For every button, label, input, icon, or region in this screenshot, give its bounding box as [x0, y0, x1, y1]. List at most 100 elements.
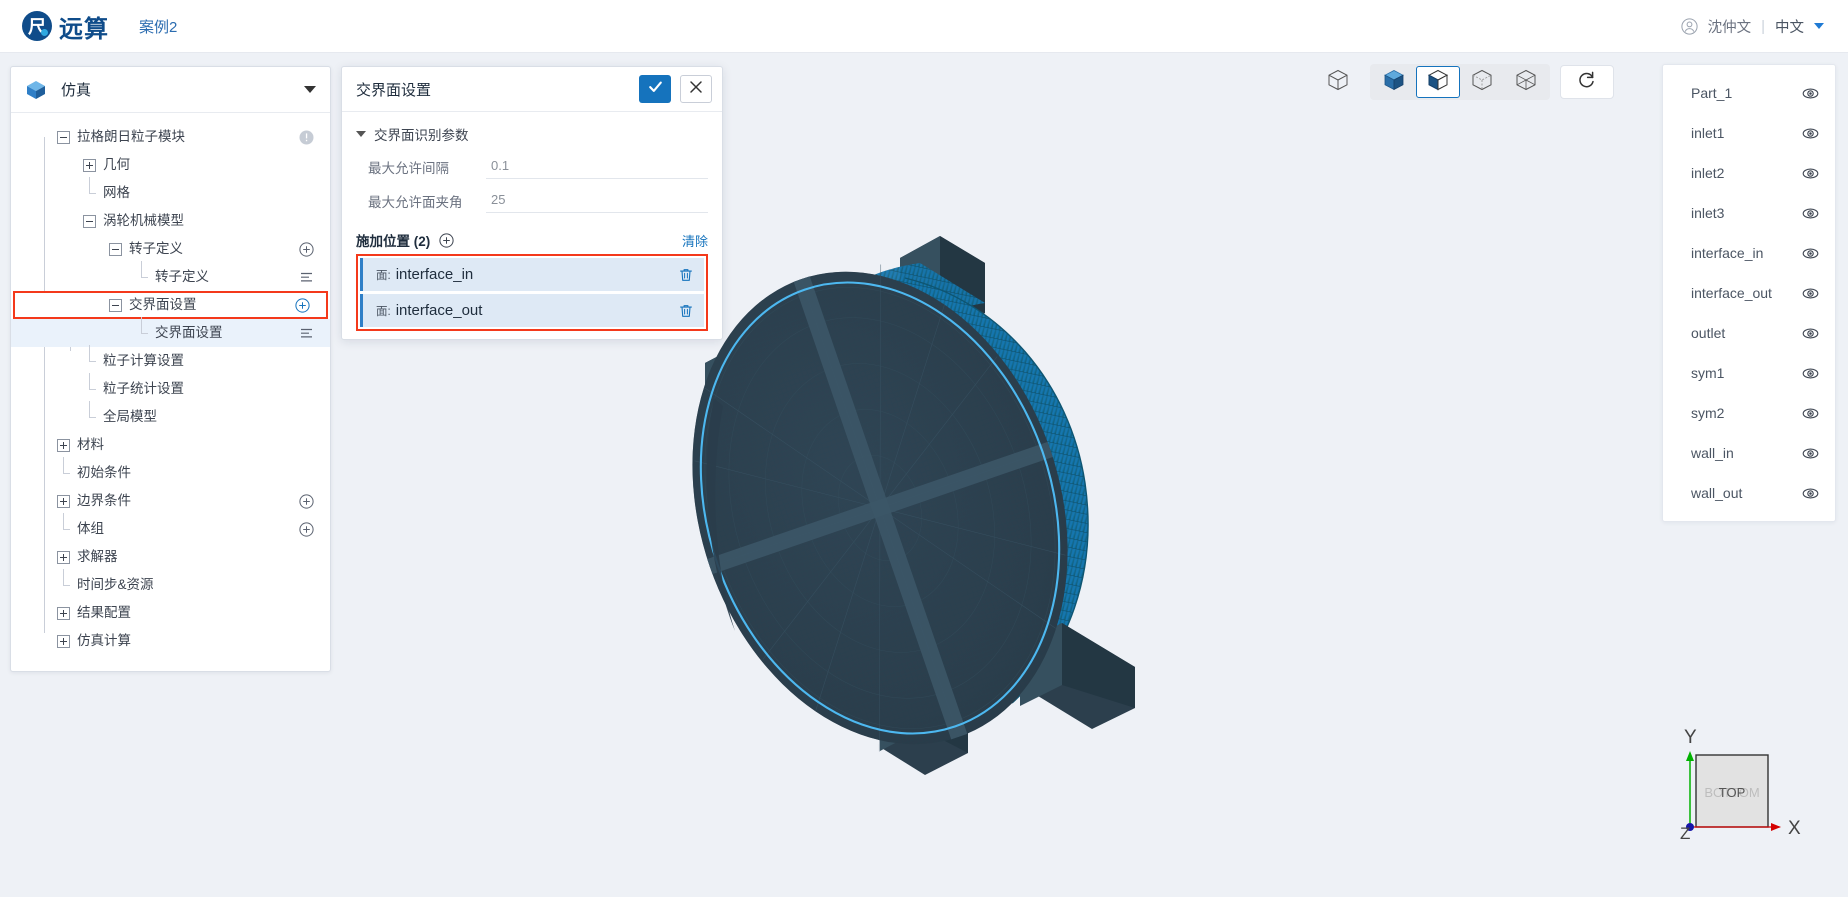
tree-node-material[interactable]: 材料: [11, 431, 330, 459]
tree-node-interface-settings[interactable]: 交界面设置: [13, 291, 328, 319]
expand-toggle-icon[interactable]: [57, 606, 70, 620]
tree-node-timestep-resources[interactable]: 时间步&资源: [11, 568, 330, 599]
chevron-down-icon[interactable]: [356, 131, 366, 137]
shaded-solid-view-button[interactable]: [1372, 66, 1416, 98]
tree-node-boundary-conditions[interactable]: 边界条件: [11, 487, 330, 515]
reset-view-button[interactable]: [1560, 65, 1614, 99]
add-icon[interactable]: [299, 241, 314, 257]
wireframe-view-button[interactable]: [1316, 65, 1360, 99]
clear-button[interactable]: 清除: [682, 231, 708, 250]
eye-icon[interactable]: [1802, 365, 1819, 382]
add-icon[interactable]: [299, 493, 314, 509]
confirm-button[interactable]: [639, 75, 671, 103]
plus-circle-icon[interactable]: [439, 232, 454, 248]
tree-node-rotor-definition-item[interactable]: 转子定义: [11, 260, 330, 291]
tree-node-solver[interactable]: 求解器: [11, 543, 330, 571]
eye-icon[interactable]: [1802, 285, 1819, 302]
eye-icon[interactable]: [1802, 85, 1819, 102]
add-icon[interactable]: [299, 521, 314, 537]
list-item[interactable]: Part_1: [1663, 73, 1835, 113]
list-item[interactable]: wall_out: [1663, 473, 1835, 513]
expand-toggle-icon[interactable]: [83, 158, 96, 172]
chevron-down-icon[interactable]: [304, 86, 316, 93]
eye-icon[interactable]: [1802, 485, 1819, 502]
item-prefix: 面:: [376, 305, 391, 318]
tree-node-mesh[interactable]: 网格: [11, 176, 330, 207]
wireframe-edges-view-button[interactable]: [1504, 66, 1548, 98]
part-label: sym2: [1691, 405, 1725, 421]
expand-toggle-icon[interactable]: [57, 494, 70, 508]
tree-node-volume-group[interactable]: 体组: [11, 512, 330, 543]
eye-icon[interactable]: [1802, 205, 1819, 222]
tree-node-simulation-run[interactable]: 仿真计算: [11, 627, 330, 655]
tree-node-lagrangian-particle-module[interactable]: 拉格朗日粒子模块: [11, 123, 330, 151]
list-item[interactable]: inlet2: [1663, 153, 1835, 193]
eye-icon[interactable]: [1802, 165, 1819, 182]
list-icon[interactable]: [299, 326, 314, 341]
tree-node-particle-stat-settings[interactable]: 粒子统计设置: [11, 372, 330, 403]
collapse-toggle-icon[interactable]: [83, 214, 96, 228]
tree-node-result-config[interactable]: 结果配置: [11, 599, 330, 627]
dialog-title: 交界面设置: [356, 81, 432, 99]
tree-node-label: 拉格朗日粒子模块: [77, 129, 185, 145]
list-item[interactable]: 面: interface_out: [360, 294, 704, 327]
tree-panel-header[interactable]: 仿真: [11, 67, 330, 113]
tree-node-rotor-definition[interactable]: 转子定义: [11, 235, 330, 263]
collapse-toggle-icon[interactable]: [109, 242, 122, 256]
expand-toggle-icon[interactable]: [57, 550, 70, 564]
tree-node-turbomachinery-model[interactable]: 涡轮机械模型: [11, 207, 330, 235]
list-icon[interactable]: [299, 270, 314, 285]
list-item[interactable]: inlet3: [1663, 193, 1835, 233]
trash-icon[interactable]: [678, 267, 694, 283]
tree-node-initial-conditions[interactable]: 初始条件: [11, 456, 330, 487]
tree-node-label: 涡轮机械模型: [103, 213, 184, 229]
warning-icon[interactable]: [299, 130, 314, 145]
part-label: inlet3: [1691, 205, 1725, 221]
trash-icon[interactable]: [678, 303, 694, 319]
list-item[interactable]: outlet: [1663, 313, 1835, 353]
axis-label-x: X: [1788, 818, 1801, 839]
tree-node-particle-calc-settings[interactable]: 粒子计算设置: [11, 344, 330, 375]
simulation-tree-panel: 仿真 拉格朗日粒子模块 几何 网格 涡轮机械模型 转子定义 转子定义 交界面设置…: [10, 66, 331, 672]
collapse-toggle-icon[interactable]: [109, 298, 122, 312]
app-header: 尺 远算 案例2 沈仲文 | 中文: [0, 0, 1848, 53]
tree-panel-title: 仿真: [61, 82, 92, 99]
list-item[interactable]: inlet1: [1663, 113, 1835, 153]
dialog-header: 交界面设置: [342, 67, 722, 112]
case-name[interactable]: 案例2: [139, 16, 177, 37]
max-gap-input[interactable]: [486, 155, 708, 179]
tree-branch-icon: [57, 568, 70, 592]
list-item[interactable]: wall_in: [1663, 433, 1835, 473]
chevron-down-icon[interactable]: [1814, 23, 1824, 29]
tree-node-label: 材料: [77, 437, 104, 453]
hidden-line-view-button[interactable]: [1460, 66, 1504, 98]
collapse-toggle-icon[interactable]: [57, 130, 70, 144]
max-face-angle-input[interactable]: [486, 189, 708, 213]
list-item[interactable]: sym2: [1663, 393, 1835, 433]
eye-icon[interactable]: [1802, 125, 1819, 142]
expand-toggle-icon[interactable]: [57, 634, 70, 648]
cancel-button[interactable]: [680, 75, 712, 103]
list-item[interactable]: interface_in: [1663, 233, 1835, 273]
section-title: 交界面识别参数: [374, 128, 469, 143]
add-icon[interactable]: [295, 297, 310, 313]
interface-settings-dialog: 交界面设置 交界面识别参数 最大允许间隔 0.1 最大允许面夹角 25 施加位置…: [341, 66, 723, 340]
expand-toggle-icon[interactable]: [57, 438, 70, 452]
eye-icon[interactable]: [1802, 245, 1819, 262]
section-header-interface-params[interactable]: 交界面识别参数: [356, 124, 708, 144]
list-item[interactable]: sym1: [1663, 353, 1835, 393]
user-name[interactable]: 沈仲文: [1708, 16, 1752, 37]
tree-node-geometry[interactable]: 几何: [11, 151, 330, 179]
language-selector[interactable]: 中文: [1775, 16, 1804, 37]
eye-icon[interactable]: [1802, 445, 1819, 462]
tree-node-interface-settings-item[interactable]: 交界面设置: [11, 316, 330, 347]
eye-icon[interactable]: [1802, 325, 1819, 342]
tree-node-global-model[interactable]: 全局模型: [11, 400, 330, 431]
axis-triad[interactable]: BOTTOM TOP Y X Z: [1638, 721, 1818, 871]
brand-logo[interactable]: 尺 远算: [22, 9, 109, 44]
shaded-with-edges-view-button[interactable]: [1416, 66, 1460, 98]
list-item[interactable]: 面: interface_in: [360, 258, 704, 291]
field-row-max-gap: 最大允许间隔: [356, 150, 708, 184]
eye-icon[interactable]: [1802, 405, 1819, 422]
list-item[interactable]: interface_out: [1663, 273, 1835, 313]
